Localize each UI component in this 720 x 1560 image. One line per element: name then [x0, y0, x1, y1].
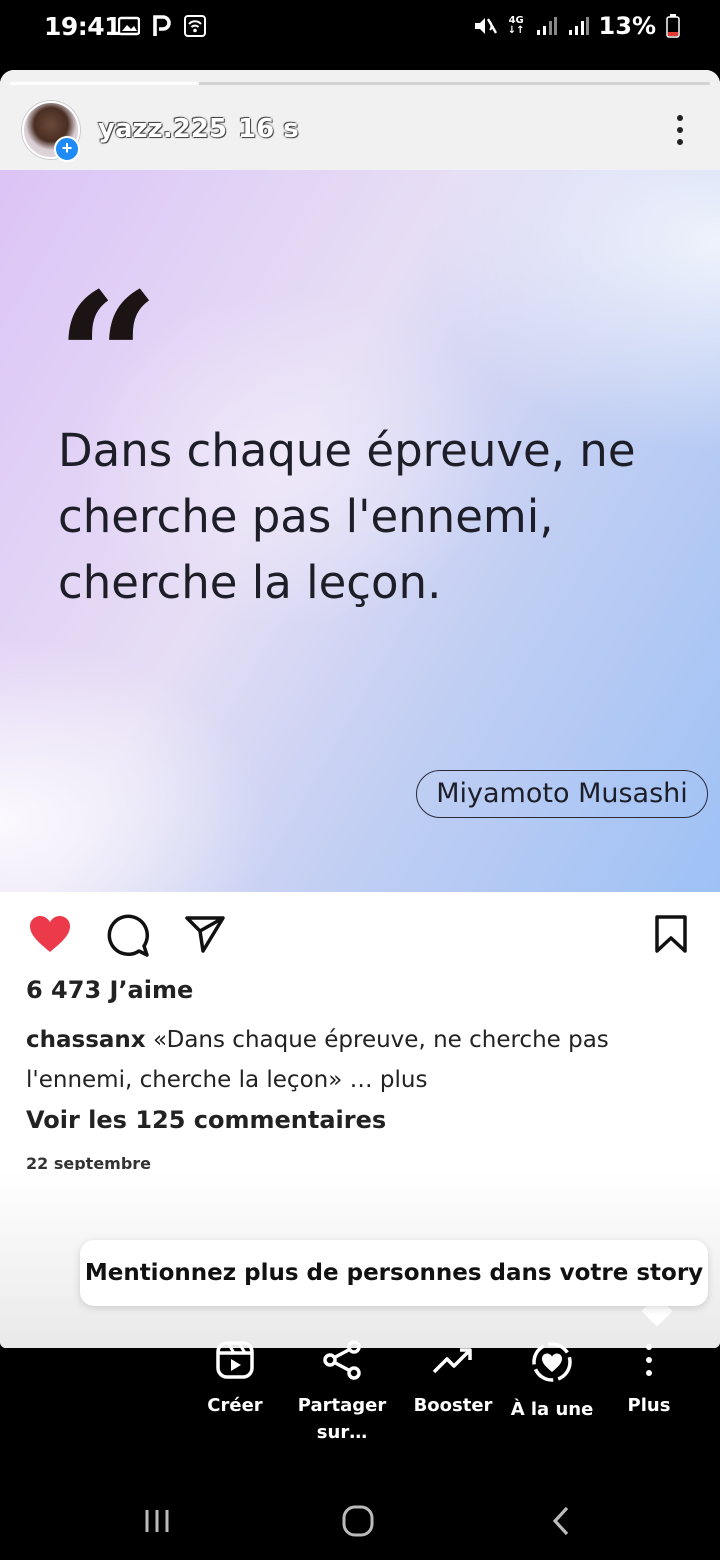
- battery-icon: [666, 14, 680, 38]
- quote-image[interactable]: “ Dans chaque épreuve, ne cherche pas l'…: [0, 170, 720, 892]
- home-icon[interactable]: [340, 1504, 376, 1538]
- share-to-label: Partager sur…: [297, 1395, 387, 1443]
- highlight-label: À la une: [510, 1399, 594, 1420]
- post-time: 16 s: [238, 114, 299, 144]
- username[interactable]: yazz.225: [98, 114, 227, 144]
- story-card: + yazz.225 16 s “ Dans chaque épreuve, n…: [0, 70, 720, 1348]
- more-button[interactable]: Plus: [599, 1340, 699, 1419]
- quote-author: Miyamoto Musashi: [416, 770, 708, 818]
- share-icon: [323, 1340, 361, 1380]
- quote-mark-icon: “: [56, 254, 160, 465]
- signal-icon-2: [568, 17, 589, 35]
- like-heart-icon[interactable]: [28, 914, 72, 954]
- create-label: Créer: [207, 1395, 263, 1416]
- mute-icon: [474, 18, 497, 34]
- caption-username[interactable]: chassanx: [26, 1027, 146, 1053]
- network-type: 4G ↓↑: [507, 15, 525, 36]
- add-story-icon[interactable]: +: [54, 136, 80, 162]
- recent-apps-icon[interactable]: [142, 1506, 172, 1536]
- post-actions: [0, 892, 720, 982]
- boost-label: Booster: [413, 1395, 493, 1416]
- status-icons-right: 4G ↓↑ 13%: [472, 12, 680, 40]
- p-icon: [153, 15, 171, 36]
- share-to-button[interactable]: Partager sur…: [292, 1340, 392, 1446]
- status-icons-left: [118, 15, 206, 37]
- gallery-icon: [118, 16, 140, 36]
- wifi-icon: [184, 15, 206, 37]
- more-label: Plus: [627, 1395, 671, 1416]
- trend-arrow-icon: [432, 1348, 472, 1374]
- story-bottom-actions: Créer Partager sur… Booster À la une Plu…: [0, 1340, 720, 1460]
- battery-percent: 13%: [598, 12, 656, 40]
- vertical-dots-icon: [646, 1344, 652, 1376]
- caption-more-link[interactable]: plus: [380, 1067, 428, 1093]
- quote-text: Dans chaque épreuve, ne cherche pas l'en…: [58, 424, 636, 609]
- caption: chassanx «Dans chaque épreuve, ne cherch…: [26, 1020, 666, 1100]
- create-button[interactable]: Créer: [185, 1340, 285, 1419]
- view-comments-link[interactable]: Voir les 125 commentaires: [26, 1106, 386, 1134]
- send-icon[interactable]: [184, 914, 226, 954]
- highlight-button[interactable]: À la une: [502, 1340, 602, 1423]
- comment-icon[interactable]: [106, 914, 150, 958]
- system-nav-bar: [0, 1480, 720, 1560]
- back-icon[interactable]: [548, 1504, 574, 1538]
- bookmark-icon[interactable]: [654, 914, 688, 954]
- likes-count[interactable]: 6 473 J’aime: [26, 976, 193, 1004]
- status-time: 19:41: [44, 12, 122, 41]
- signal-icon-1: [536, 17, 557, 35]
- mention-tooltip[interactable]: Mentionnez plus de personnes dans votre …: [80, 1240, 708, 1306]
- story-progress-bar: [10, 82, 710, 85]
- reels-icon: [216, 1341, 254, 1379]
- highlight-heart-icon: [532, 1342, 572, 1382]
- story-header: + yazz.225 16 s: [0, 70, 720, 170]
- story-progress-fill: [10, 82, 199, 85]
- more-options-icon[interactable]: [668, 110, 692, 150]
- status-bar: 19:41 4G ↓↑ 13%: [0, 0, 720, 58]
- boost-button[interactable]: Booster: [403, 1340, 503, 1419]
